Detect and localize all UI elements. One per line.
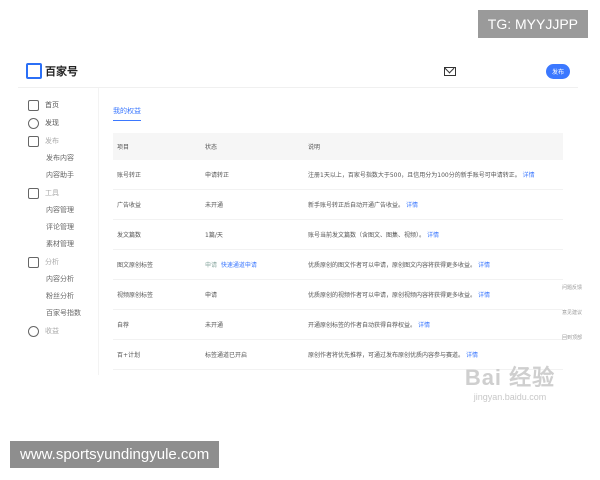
- row-item: 视频原创标签: [113, 279, 201, 310]
- sidebar-item-home[interactable]: 首页: [18, 96, 98, 114]
- content-area: 首页 发现 发布 发布内容 内容助手 工具 内容管理 评论管理 素材管理 分析: [18, 88, 582, 375]
- eye-icon: [28, 117, 39, 129]
- url-watermark: www.sportsyundingyule.com: [10, 441, 220, 468]
- row-description: 账号当前发文篇数（含图文、图集、视频）。 详情: [304, 219, 563, 250]
- row-status[interactable]: 申请转正: [201, 160, 304, 190]
- sidebar-subitem-material-management[interactable]: 素材管理: [18, 236, 98, 253]
- sidebar-subitem-publish-content[interactable]: 发布内容: [18, 150, 98, 167]
- suggestion-button[interactable]: 意见建议: [562, 309, 582, 316]
- row-status: 1篇/天: [201, 219, 304, 250]
- baijiahao-window: 百家号 发布 首页 发现 发布 发布内容 内容助手 工具 内容管理 评论管理 素…: [18, 55, 582, 375]
- table-row: 视频原创标签 申请 优质原创的视频作者可以申请，原创视频内容将获得更多收益。 详…: [113, 279, 563, 310]
- row-description: 开通原创标签的作者自动获得自荐权益。 详情: [304, 309, 563, 340]
- details-link[interactable]: 详情: [478, 292, 490, 299]
- row-item: 图文原创标签: [113, 249, 201, 280]
- row-description: 注册1天以上，百家号指数大于500，且信用分为100分的新手账号可申请转正。 详…: [304, 160, 563, 190]
- sidebar-item-label: 工具: [45, 189, 59, 197]
- logo-mark-icon: [26, 63, 42, 79]
- details-link[interactable]: 详情: [478, 262, 490, 269]
- sidebar-item-label: 发布: [45, 137, 59, 145]
- row-item: 账号转正: [113, 160, 201, 190]
- feedback-button[interactable]: 问题反馈: [562, 284, 582, 291]
- sidebar-item-discover[interactable]: 发现: [18, 114, 98, 132]
- details-link[interactable]: 详情: [427, 232, 439, 239]
- details-link[interactable]: 详情: [406, 202, 418, 209]
- description-text: 开通原创标签的作者自动获得自荐权益。: [308, 322, 417, 329]
- description-text: 账号当前发文篇数（含图文、图集、视频）。: [308, 232, 426, 239]
- logo[interactable]: 百家号: [26, 63, 78, 79]
- details-link[interactable]: 详情: [523, 172, 535, 179]
- fast-track-link[interactable]: 快速通道申请: [221, 262, 257, 269]
- sidebar-item-analysis[interactable]: 分析: [18, 253, 98, 271]
- column-header-description: 说明: [304, 133, 563, 160]
- row-item: 广告收益: [113, 189, 201, 220]
- column-header-item: 项目: [113, 133, 201, 160]
- tg-watermark: TG: MYYJJPP: [477, 10, 588, 38]
- tab-my-rights[interactable]: 我的权益: [113, 106, 141, 121]
- table-row: 自荐 未开通 开通原创标签的作者自动获得自荐权益。 详情: [113, 309, 563, 340]
- publish-button[interactable]: 发布: [545, 63, 570, 79]
- table-header-row: 项目 状态 说明: [113, 133, 563, 160]
- coin-icon: [28, 325, 39, 337]
- mail-icon[interactable]: [443, 66, 456, 76]
- row-status[interactable]: 申请: [201, 279, 304, 310]
- description-text: 注册1天以上，百家号指数大于500，且信用分为100分的新手账号可申请转正。: [308, 172, 521, 179]
- row-item: 百+计划: [113, 339, 201, 370]
- row-description: 优质原创的图文作者可以申请，原创图文内容将获得更多收益。 详情: [304, 249, 563, 280]
- home-icon: [28, 99, 39, 111]
- sidebar-item-label: 收益: [45, 327, 59, 335]
- top-bar: 百家号 发布: [18, 55, 578, 88]
- back-to-top-button[interactable]: 回到顶部: [562, 334, 582, 341]
- sidebar-item-label: 首页: [45, 101, 59, 109]
- sidebar-item-tools[interactable]: 工具: [18, 184, 98, 202]
- row-status: 未开通: [201, 309, 304, 340]
- row-item: 发文篇数: [113, 219, 201, 250]
- details-link[interactable]: 详情: [466, 352, 478, 359]
- table-row: 发文篇数 1篇/天 账号当前发文篇数（含图文、图集、视频）。 详情: [113, 219, 563, 250]
- sidebar-item-label: 分析: [45, 258, 59, 266]
- table-row: 账号转正 申请转正 注册1天以上，百家号指数大于500，且信用分为100分的新手…: [113, 160, 563, 190]
- topbar-actions: 发布: [443, 63, 570, 79]
- description-text: 优质原创的视频作者可以申请，原创视频内容将获得更多收益。: [308, 292, 477, 299]
- edit-icon: [28, 135, 39, 147]
- baidu-watermark: Bai 经验 jingyan.baidu.com: [450, 360, 570, 405]
- sidebar-item-label: 发现: [45, 119, 59, 127]
- sidebar-subitem-fan-analysis[interactable]: 粉丝分析: [18, 288, 98, 305]
- logo-text: 百家号: [45, 65, 78, 78]
- row-status: 申请 快速通道申请: [201, 249, 304, 280]
- rights-table: 项目 状态 说明 账号转正 申请转正 注册1天以上，百家号指数大于500，且信用…: [113, 133, 563, 370]
- sidebar-subitem-content-analysis[interactable]: 内容分析: [18, 271, 98, 288]
- row-description: 新手账号转正后自动开通广告收益。 详情: [304, 189, 563, 220]
- column-header-status: 状态: [201, 133, 304, 160]
- sidebar-subitem-content-assistant[interactable]: 内容助手: [18, 167, 98, 184]
- row-item: 自荐: [113, 309, 201, 340]
- apply-link[interactable]: 申请: [205, 262, 217, 269]
- details-link[interactable]: 详情: [418, 322, 430, 329]
- table-row: 图文原创标签 申请 快速通道申请 优质原创的图文作者可以申请，原创图文内容将获得…: [113, 249, 563, 280]
- sidebar-subitem-index[interactable]: 百家号指数: [18, 305, 98, 322]
- description-text: 原创作者将优先推荐，可通过发布原创优质内容参与赛道。: [308, 352, 465, 359]
- baidu-watermark-url: jingyan.baidu.com: [473, 392, 547, 402]
- row-status: 未开通: [201, 189, 304, 220]
- sidebar-item-revenue[interactable]: 收益: [18, 322, 98, 340]
- briefcase-icon: [28, 187, 39, 199]
- description-text: 新手账号转正后自动开通广告收益。: [308, 202, 405, 209]
- description-text: 优质原创的图文作者可以申请，原创图文内容将获得更多收益。: [308, 262, 477, 269]
- sidebar: 首页 发现 发布 发布内容 内容助手 工具 内容管理 评论管理 素材管理 分析: [18, 88, 99, 375]
- floating-tools: 问题反馈 意见建议 回到顶部: [562, 284, 582, 359]
- chart-icon: [28, 256, 39, 268]
- main-panel: 我的权益 项目 状态 说明 账号转正 申请转正 注册1天以上，百家号指数大于50…: [99, 88, 582, 375]
- table-row: 广告收益 未开通 新手账号转正后自动开通广告收益。 详情: [113, 189, 563, 220]
- sidebar-item-publish[interactable]: 发布: [18, 132, 98, 150]
- baidu-watermark-logo: Bai 经验: [464, 365, 556, 390]
- row-status: 标签通道已开启: [201, 339, 304, 370]
- row-description: 优质原创的视频作者可以申请，原创视频内容将获得更多收益。 详情: [304, 279, 563, 310]
- sidebar-subitem-content-management[interactable]: 内容管理: [18, 202, 98, 219]
- sidebar-subitem-comment-management[interactable]: 评论管理: [18, 219, 98, 236]
